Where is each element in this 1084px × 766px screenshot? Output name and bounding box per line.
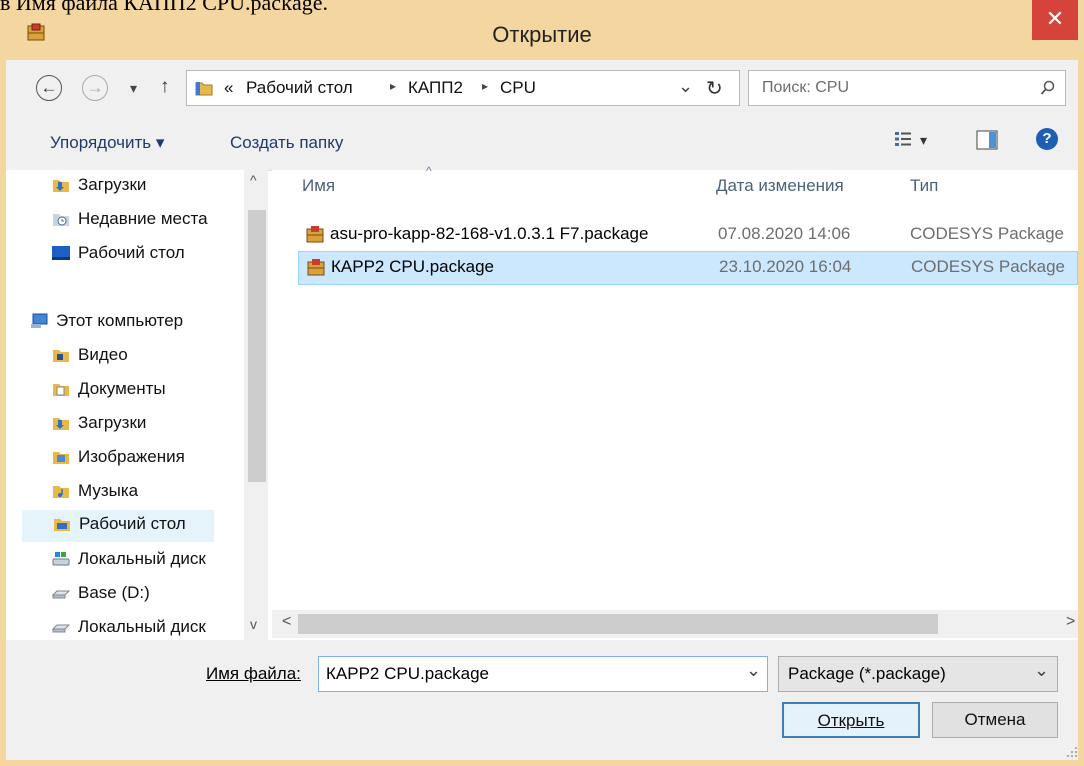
preview-pane-icon[interactable]	[976, 130, 998, 150]
breadcrumb-overflow[interactable]: «	[224, 78, 233, 98]
downloads-folder-icon	[53, 180, 69, 192]
file-list-scrollbar-thumb[interactable]	[298, 614, 938, 634]
file-name: asu-pro-kapp-82-168-v1.0.3.1 F7.package	[330, 224, 649, 243]
nav-item-desktop[interactable]: Рабочий стол	[52, 240, 240, 270]
recent-locations-button[interactable]: ▾	[130, 80, 137, 97]
breadcrumb-desktop[interactable]: Рабочий стол	[246, 78, 353, 98]
help-icon[interactable]: ?	[1036, 128, 1058, 150]
search-icon[interactable]	[1040, 80, 1056, 96]
scroll-left-button[interactable]: <	[282, 613, 291, 631]
drive-icon	[52, 624, 70, 633]
nav-item-local-disk-c[interactable]: Локальный диск	[52, 546, 240, 576]
filename-label: Имя файла:	[206, 664, 301, 684]
breadcrumb-cpu[interactable]: CPU	[500, 78, 536, 98]
file-date: 07.08.2020 14:06	[718, 224, 851, 243]
file-type-dropdown-button[interactable]: ⌄	[1034, 660, 1049, 681]
search-placeholder: Поиск: CPU	[762, 79, 850, 96]
nav-item-local-disk[interactable]: Локальный диск	[52, 614, 240, 640]
nav-item-desktop-folder[interactable]: Рабочий стол	[22, 510, 214, 542]
recent-places-icon	[53, 214, 69, 226]
sort-indicator-icon: ^	[426, 164, 432, 178]
file-name: КАРР2 CPU.package	[331, 257, 494, 276]
nav-item-pictures[interactable]: Изображения	[52, 444, 240, 474]
nav-item-base-d[interactable]: Base (D:)	[52, 580, 240, 610]
open-button-label: Открыть	[817, 711, 885, 730]
file-type: CODESYS Package	[910, 224, 1065, 243]
nav-item-this-pc[interactable]: Этот компьютер	[30, 308, 218, 338]
forward-button[interactable]: →	[82, 75, 108, 101]
command-bar	[6, 118, 1078, 171]
music-folder-icon	[53, 486, 69, 498]
package-file-icon	[306, 226, 324, 243]
open-button[interactable]: Открыть	[782, 702, 920, 738]
window-title: Открытие	[492, 22, 592, 47]
filename-dropdown-button[interactable]: ⌄	[746, 660, 761, 681]
pictures-folder-icon	[53, 452, 69, 464]
file-row[interactable]: asu-pro-kapp-82-168-v1.0.3.1 F7.package …	[298, 218, 1078, 252]
nav-scroll-down-button[interactable]: v	[250, 616, 257, 632]
filename-label-text: Имя файла:	[206, 664, 301, 683]
up-button[interactable]: ↑	[160, 76, 170, 98]
file-row-selected[interactable]: КАРР2 CPU.package 23.10.2020 16:04 CODES…	[298, 251, 1078, 285]
nav-item-music[interactable]: Музыка	[52, 478, 240, 508]
scroll-right-button[interactable]: >	[1066, 613, 1075, 631]
desktop-folder-icon	[54, 519, 70, 531]
filename-value: КАРР2 CPU.package	[326, 664, 489, 683]
column-header-type[interactable]: Тип	[910, 176, 938, 196]
file-date: 23.10.2020 16:04	[719, 257, 852, 276]
breadcrumb-kapp2[interactable]: КАПП2	[408, 78, 463, 98]
file-type: CODESYS Package	[911, 257, 1066, 276]
close-button[interactable]: ✕	[1032, 0, 1078, 40]
documents-folder-icon	[53, 384, 69, 396]
nav-item-recent-places[interactable]: Недавние места	[52, 206, 240, 236]
package-file-icon	[307, 259, 325, 276]
drive-icon	[52, 590, 70, 599]
folder-icon	[195, 82, 213, 96]
column-header-name[interactable]: Имя	[302, 176, 335, 196]
desktop-icon	[52, 246, 70, 260]
view-dropdown-button[interactable]: ▾	[920, 132, 927, 149]
organize-button[interactable]: Упорядочить ▾	[50, 133, 164, 153]
computer-icon	[31, 313, 48, 328]
column-header-date[interactable]: Дата изменения	[716, 176, 844, 196]
view-options-icon[interactable]	[894, 130, 912, 148]
nav-item-documents[interactable]: Документы	[52, 376, 240, 406]
refresh-icon[interactable]: ↻	[706, 76, 723, 101]
cancel-button[interactable]: Отмена	[932, 702, 1058, 738]
nav-item-downloads[interactable]: Загрузки	[52, 172, 240, 202]
nav-item-downloads-2[interactable]: Загрузки	[52, 410, 240, 440]
new-folder-button[interactable]: Создать папку	[230, 133, 343, 153]
breadcrumb-separator[interactable]: ▸	[390, 79, 396, 93]
document-caption: в Имя файла КАПП2 CPU.package.	[0, 0, 329, 15]
downloads-folder-icon	[53, 418, 69, 430]
breadcrumb-separator[interactable]: ▸	[482, 79, 488, 93]
local-disk-icon	[52, 552, 70, 566]
nav-item-videos[interactable]: Видео	[52, 342, 240, 372]
back-button[interactable]: ←	[36, 75, 62, 101]
videos-folder-icon	[53, 350, 69, 362]
resize-grip-icon[interactable]	[1066, 746, 1078, 758]
file-type-value: Package (*.package)	[788, 664, 946, 683]
nav-scrollbar-thumb[interactable]	[248, 210, 266, 482]
address-dropdown-button[interactable]: ⌄	[678, 76, 693, 97]
nav-scroll-up-button[interactable]: ^	[250, 172, 257, 188]
